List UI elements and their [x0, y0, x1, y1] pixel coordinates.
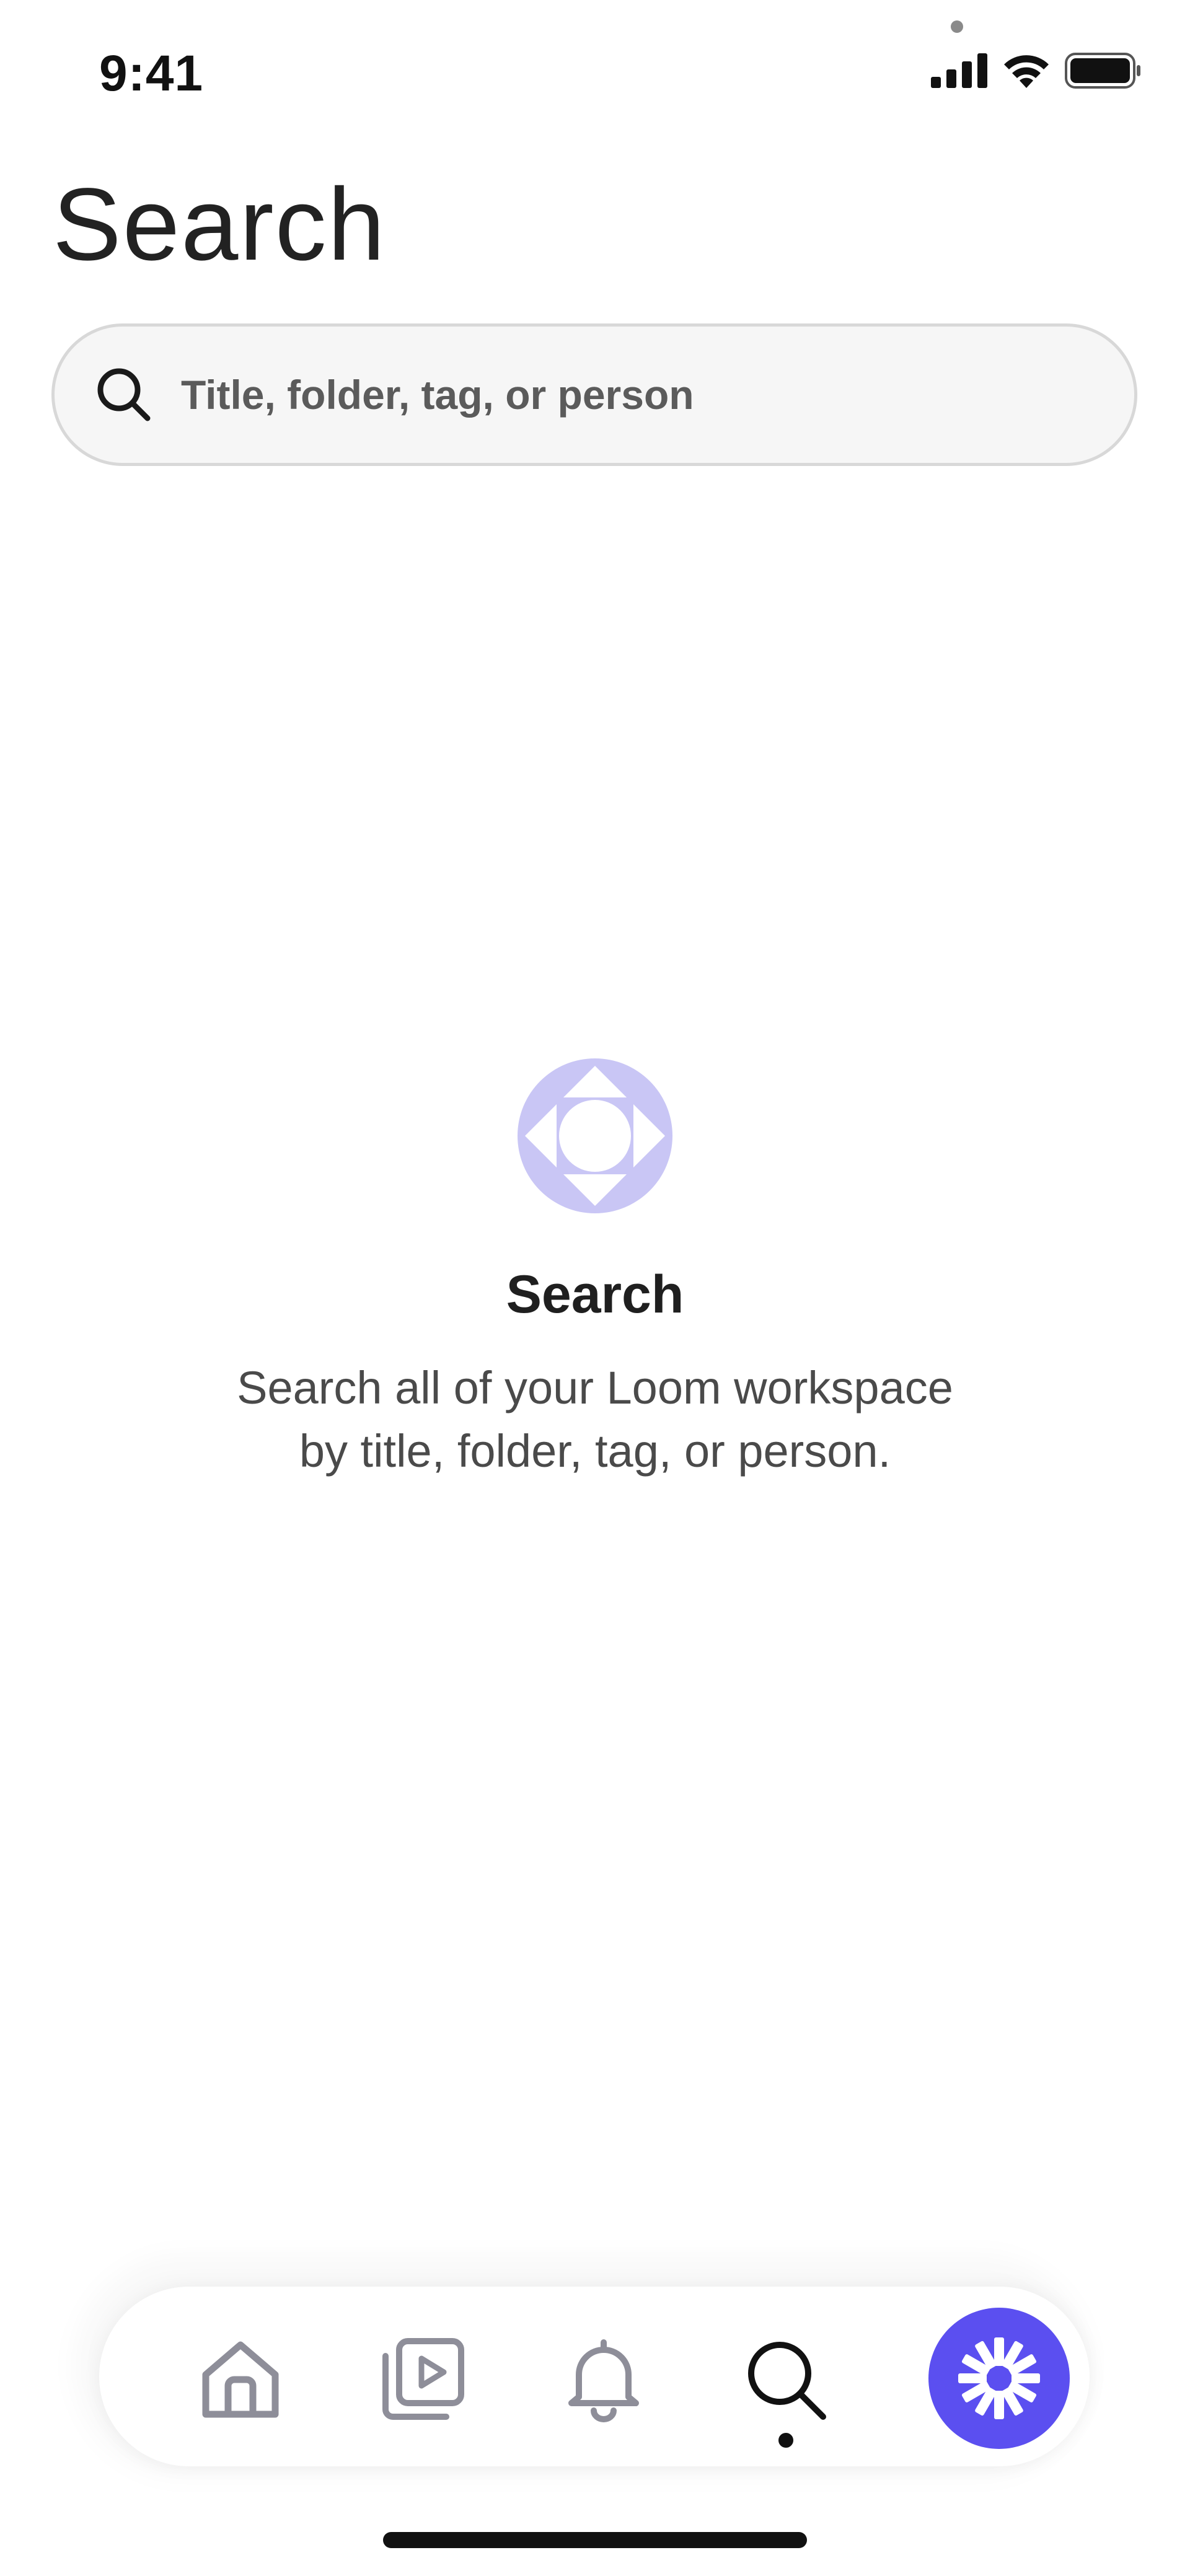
tab-search[interactable]: [743, 2336, 829, 2423]
tab-notifications[interactable]: [560, 2336, 647, 2423]
camera-indicator-dot: [951, 20, 963, 33]
search-bar[interactable]: [51, 323, 1137, 466]
cellular-signal-icon: [931, 53, 987, 88]
search-empty-state-icon: [518, 1058, 672, 1213]
search-screen: 9:41 Search Title, folder, tag, or perso…: [0, 0, 1190, 2576]
search-input[interactable]: [180, 371, 1050, 419]
record-button[interactable]: [928, 2308, 1070, 2449]
loom-logo-icon: [958, 2337, 1040, 2419]
home-indicator: [383, 2532, 807, 2548]
empty-state: Search Search all of your Loom workspace…: [0, 1058, 1190, 1483]
search-icon: [748, 2342, 826, 2420]
page-title: Search: [53, 167, 386, 282]
tab-library[interactable]: [378, 2336, 465, 2423]
empty-state-description: Search all of your Loom workspace by tit…: [237, 1362, 953, 1477]
search-icon: [97, 368, 151, 421]
tab-home[interactable]: [197, 2336, 284, 2423]
wifi-icon: [1004, 55, 1049, 88]
video-library-icon: [382, 2338, 464, 2420]
battery-icon: [1065, 53, 1140, 89]
bell-icon: [568, 2339, 639, 2422]
home-icon: [202, 2341, 279, 2418]
status-time: 9:41: [99, 45, 204, 102]
active-tab-indicator: [778, 2433, 793, 2448]
status-icons: [931, 52, 1142, 89]
empty-state-title: Search: [506, 1265, 684, 1324]
